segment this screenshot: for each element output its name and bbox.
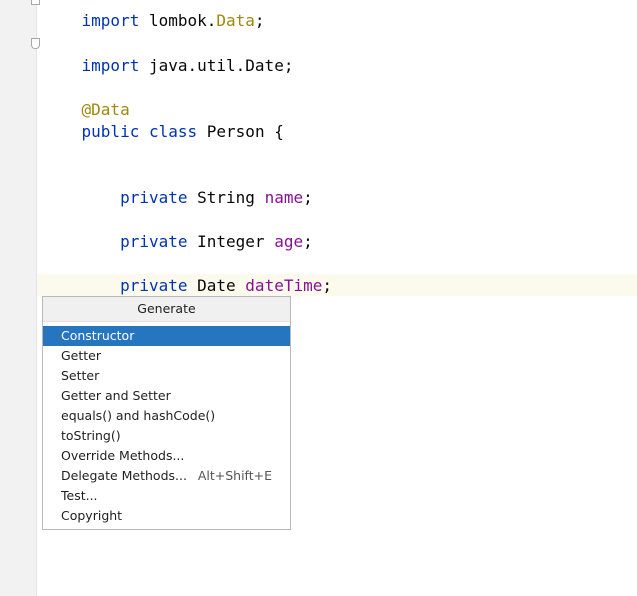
shortcut-label: Alt+Shift+E	[197, 468, 272, 483]
keyword: private	[120, 188, 188, 207]
menu-item-constructor[interactable]: Constructor	[43, 326, 290, 346]
keyword: private	[120, 276, 188, 295]
menu-item-setter[interactable]: Setter	[43, 366, 290, 386]
menu-item-test[interactable]: Test...	[43, 486, 290, 506]
code-line-annotation[interactable]: @Data	[43, 77, 130, 119]
menu-item-getter-and-setter[interactable]: Getter and Setter	[43, 386, 290, 406]
generate-menu-list[interactable]: Constructor Getter Setter Getter and Set…	[43, 326, 290, 526]
fold-start-icon[interactable]	[31, 38, 40, 49]
fold-end-icon[interactable]	[31, 0, 40, 5]
code-line-import-date[interactable]: import java.util.Date;	[43, 33, 294, 75]
generate-popup[interactable]: Generate Constructor Getter Setter Gette…	[42, 296, 291, 530]
menu-item-copyright[interactable]: Copyright	[43, 506, 290, 526]
editor-gutter[interactable]	[0, 0, 37, 596]
code-line-field-age[interactable]: private Integer age;	[43, 209, 313, 251]
menu-item-tostring[interactable]: toString()	[43, 426, 290, 446]
menu-item-equals-hashcode[interactable]: equals() and hashCode()	[43, 406, 290, 426]
keyword: class	[148, 122, 198, 141]
keyword: private	[120, 232, 188, 251]
field-name: age	[274, 232, 304, 251]
keyword: import	[81, 56, 140, 75]
field-name: dateTime	[245, 276, 323, 295]
code-line-class-declaration[interactable]: public class Person {	[43, 99, 284, 141]
menu-item-override-methods[interactable]: Override Methods...	[43, 446, 290, 466]
code-line-import-lombok[interactable]: import lombok.Data;	[43, 0, 265, 30]
code-editor[interactable]: import lombok.Data; import java.util.Dat…	[0, 0, 637, 596]
code-line-field-name[interactable]: private String name;	[43, 165, 313, 207]
menu-item-delegate-methods[interactable]: Delegate Methods... Alt+Shift+E	[43, 466, 290, 486]
menu-item-getter[interactable]: Getter	[43, 346, 290, 366]
code-line-field-datetime[interactable]: private Date dateTime;	[43, 253, 332, 295]
keyword: public	[81, 122, 140, 141]
keyword: import	[81, 11, 140, 30]
field-name: name	[264, 188, 304, 207]
popup-title: Generate	[43, 297, 290, 322]
